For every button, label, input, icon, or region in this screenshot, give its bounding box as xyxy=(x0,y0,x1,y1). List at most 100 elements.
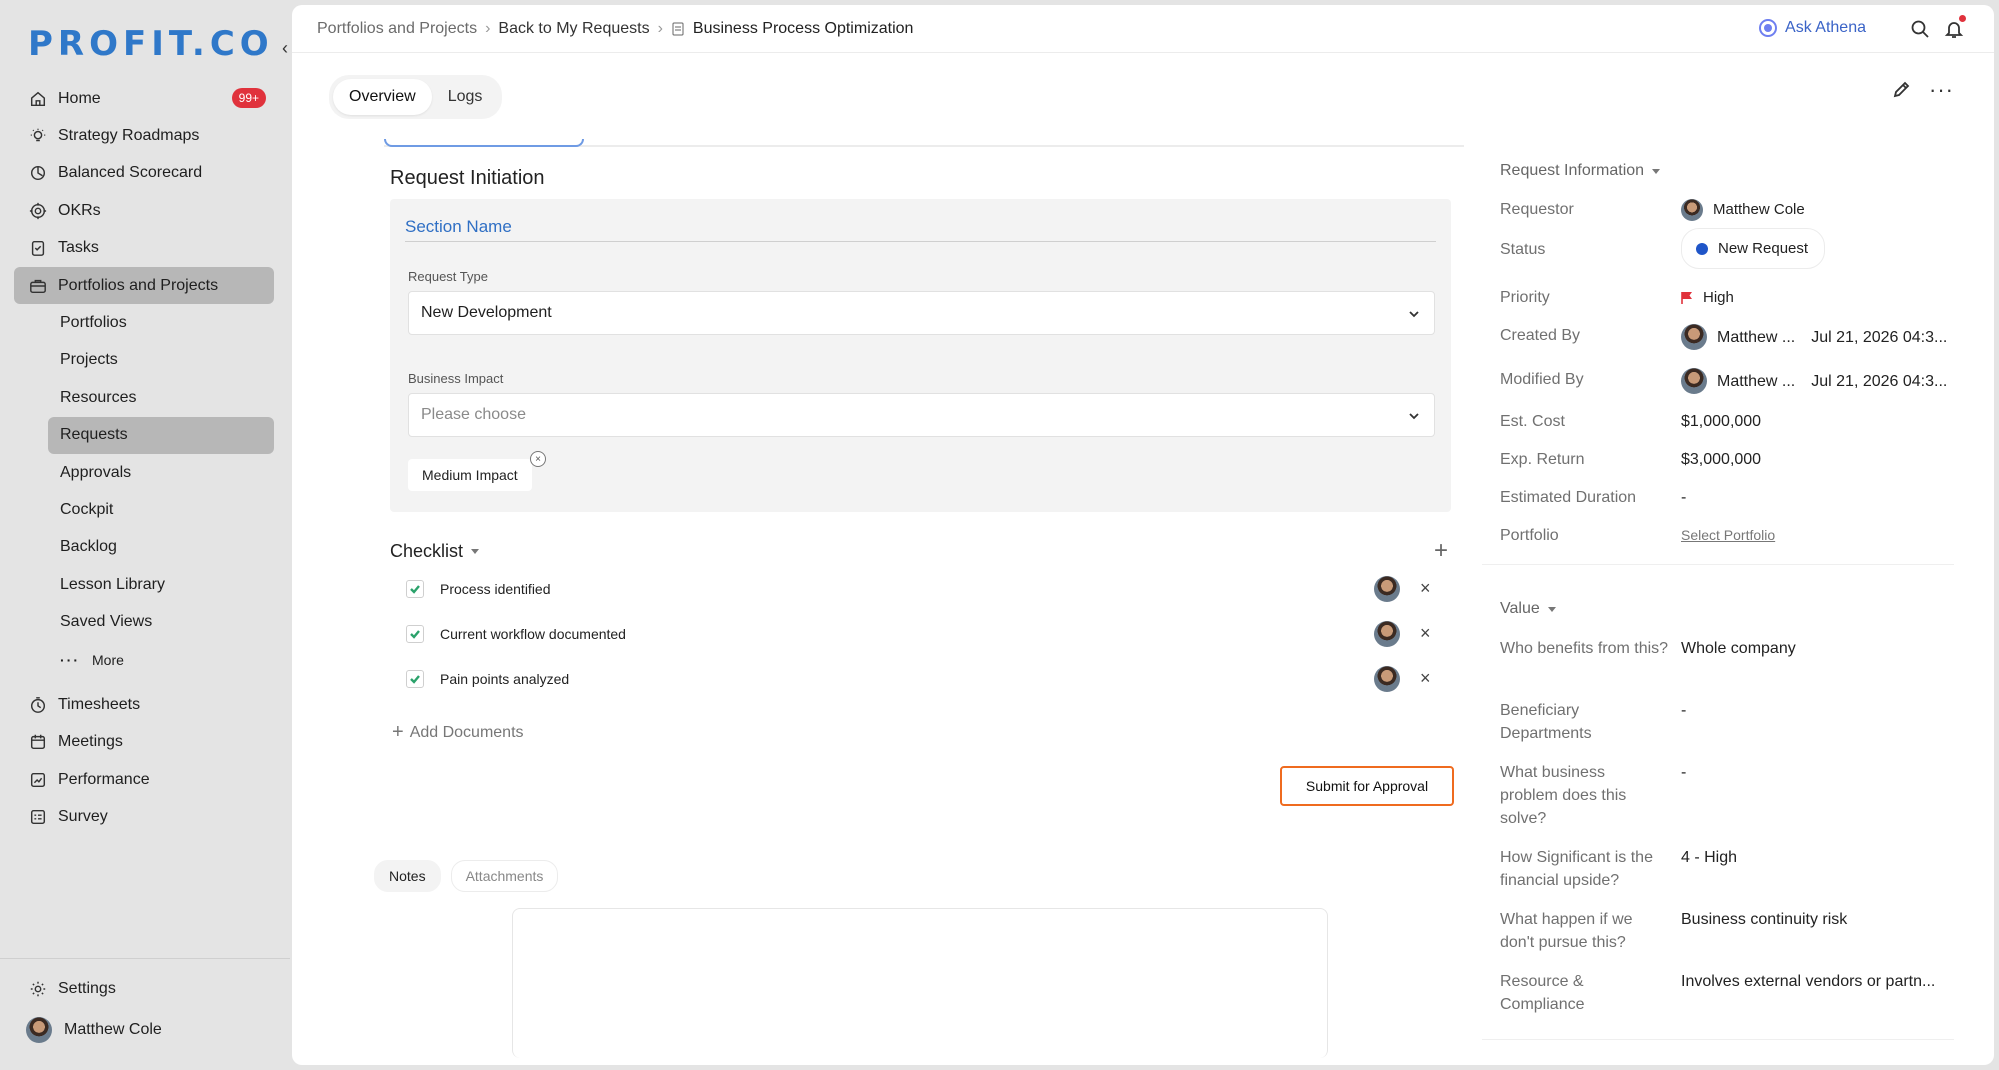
value-card: Value Who benefits from this? Whole comp… xyxy=(1482,590,1954,1040)
info-value: Matthew ... Jul 21, 2026 04:3... xyxy=(1681,324,1947,350)
sidebar-item-label: Portfolios and Projects xyxy=(58,276,219,294)
assignee-avatar[interactable] xyxy=(1374,666,1400,692)
value-val: - xyxy=(1681,764,1687,781)
sidebar-nav: Home 99+ Strategy Roadmaps Balanced Scor… xyxy=(14,80,274,836)
sidebar-item-home[interactable]: Home 99+ xyxy=(14,80,274,117)
sidebar-subitem-approvals[interactable]: Approvals xyxy=(14,454,274,491)
caret-down-icon xyxy=(1547,606,1556,612)
sidebar-item-survey[interactable]: Survey xyxy=(14,798,274,835)
step-progress-bar xyxy=(384,135,1464,147)
clock-icon xyxy=(28,695,48,715)
breadcrumb-back-to-my-requests[interactable]: Back to My Requests xyxy=(498,20,649,38)
sidebar-subitem-resources[interactable]: Resources xyxy=(14,379,274,416)
avatar xyxy=(1681,368,1707,394)
sidebar-item-timesheets[interactable]: Timesheets xyxy=(14,686,274,723)
sidebar-subitem-backlog[interactable]: Backlog xyxy=(14,529,274,566)
clipboard-icon xyxy=(28,238,48,258)
breadcrumb: Portfolios and Projects › Back to My Req… xyxy=(292,5,1994,53)
priority-value[interactable]: High xyxy=(1681,286,1734,309)
sidebar-item-performance[interactable]: Performance xyxy=(14,761,274,798)
checklist-checkbox[interactable] xyxy=(406,580,424,598)
target-icon xyxy=(28,201,48,221)
tab-logs[interactable]: Logs xyxy=(432,79,499,115)
request-type-select[interactable]: New Development xyxy=(408,291,1435,335)
breadcrumb-portfolios-and-projects[interactable]: Portfolios and Projects xyxy=(317,20,477,38)
sidebar-item-tasks[interactable]: Tasks xyxy=(14,230,274,267)
info-value: Matthew ... Jul 21, 2026 04:3... xyxy=(1681,368,1947,394)
tab-notes[interactable]: Notes xyxy=(374,860,441,892)
sidebar-item-label: Tasks xyxy=(58,239,99,257)
sidebar-item-okrs[interactable]: OKRs xyxy=(14,192,274,229)
check-icon xyxy=(410,675,420,684)
section-divider xyxy=(405,241,1436,242)
checklist-item-label: Process identified xyxy=(440,581,551,597)
check-icon xyxy=(410,630,420,639)
sidebar-item-settings[interactable]: Settings xyxy=(14,970,274,1007)
sidebar-subitem-portfolios[interactable]: Portfolios xyxy=(14,304,274,341)
sidebar-item-label: Timesheets xyxy=(58,695,141,713)
checklist-checkbox[interactable] xyxy=(406,670,424,688)
value-header[interactable]: Value xyxy=(1500,600,1556,618)
tab-overview[interactable]: Overview xyxy=(333,79,432,115)
user-profile[interactable]: Matthew Cole xyxy=(14,1011,274,1048)
remove-item-icon[interactable]: × xyxy=(1420,578,1431,599)
sidebar-item-balanced-scorecard[interactable]: Balanced Scorecard xyxy=(14,155,274,192)
checklist-checkbox[interactable] xyxy=(406,625,424,643)
submit-for-approval-button[interactable]: Submit for Approval xyxy=(1280,766,1454,806)
calendar-icon xyxy=(28,732,48,752)
remove-item-icon[interactable]: × xyxy=(1420,623,1431,644)
add-checklist-item-icon[interactable]: + xyxy=(1434,537,1448,565)
breadcrumb-current-page: Business Process Optimization xyxy=(692,19,914,37)
sidebar-subitem-projects[interactable]: Projects xyxy=(14,342,274,379)
remove-item-icon[interactable]: × xyxy=(1420,668,1431,689)
add-documents-label: Add Documents xyxy=(409,723,524,741)
edit-icon[interactable] xyxy=(1892,79,1912,99)
sidebar-subitem-requests[interactable]: Requests xyxy=(48,416,274,454)
status-badge[interactable]: New Request xyxy=(1681,228,1826,269)
chip-remove-icon[interactable]: × xyxy=(530,451,546,467)
sidebar-item-strategy-roadmaps[interactable]: Strategy Roadmaps xyxy=(14,117,274,154)
sidebar-subitem-lesson-library[interactable]: Lesson Library xyxy=(14,566,274,603)
notes-editor[interactable] xyxy=(512,908,1328,1058)
sidebar-bottom: Settings Matthew Cole xyxy=(14,970,274,1049)
checklist-header[interactable]: Checklist xyxy=(390,541,480,562)
notification-badge: 99+ xyxy=(231,88,266,108)
briefcase-icon xyxy=(28,276,48,296)
ask-athena-button[interactable]: Ask Athena xyxy=(1759,19,1866,37)
assignee-avatar[interactable] xyxy=(1374,576,1400,602)
business-impact-placeholder: Please choose xyxy=(421,406,526,423)
sidebar-item-label: Home xyxy=(58,89,101,107)
assignee-avatar[interactable] xyxy=(1374,621,1400,647)
sidebar-item-label: Settings xyxy=(58,979,116,997)
request-information-header[interactable]: Request Information xyxy=(1500,162,1661,180)
sidebar-item-label: Balanced Scorecard xyxy=(58,164,203,182)
value-key: How Significant is the financial upside? xyxy=(1500,849,1653,889)
select-portfolio-link[interactable]: Select Portfolio xyxy=(1681,524,1775,547)
modifier-name: Matthew ... xyxy=(1717,372,1796,390)
profitco-logo[interactable]: PROFIT.CO xyxy=(28,24,274,64)
collapse-sidebar-icon[interactable]: ‹ xyxy=(282,38,288,59)
status-text: New Request xyxy=(1718,240,1809,257)
more-options-icon[interactable]: ··· xyxy=(1929,77,1954,103)
avatar xyxy=(1681,198,1703,221)
request-type-value: New Development xyxy=(421,304,552,321)
business-impact-select[interactable]: Please choose xyxy=(408,393,1435,437)
sidebar-subitem-saved-views[interactable]: Saved Views xyxy=(14,603,274,640)
add-documents-button[interactable]: + Add Documents xyxy=(392,721,524,744)
info-value[interactable]: Matthew Cole xyxy=(1681,198,1805,221)
flag-icon xyxy=(1681,291,1692,304)
sidebar-item-meetings[interactable]: Meetings xyxy=(14,724,274,761)
value-key: What happen if we don't pursue this? xyxy=(1500,911,1633,951)
tab-attachments[interactable]: Attachments xyxy=(450,860,559,892)
info-value: - xyxy=(1681,489,1687,506)
sidebar-subitem-more[interactable]: ··· More xyxy=(14,641,274,678)
search-icon[interactable] xyxy=(1910,19,1930,39)
info-key: Exp. Return xyxy=(1500,451,1585,468)
business-impact-chip: Medium Impact xyxy=(408,459,532,491)
info-value: $1,000,000 xyxy=(1681,413,1762,430)
sidebar-subitem-cockpit[interactable]: Cockpit xyxy=(14,491,274,528)
sidebar-item-portfolios-and-projects[interactable]: Portfolios and Projects xyxy=(14,266,274,305)
bell-icon[interactable] xyxy=(1944,15,1966,39)
more-dots-icon: ··· xyxy=(60,651,80,668)
value-key: Who benefits from this? xyxy=(1500,640,1669,657)
